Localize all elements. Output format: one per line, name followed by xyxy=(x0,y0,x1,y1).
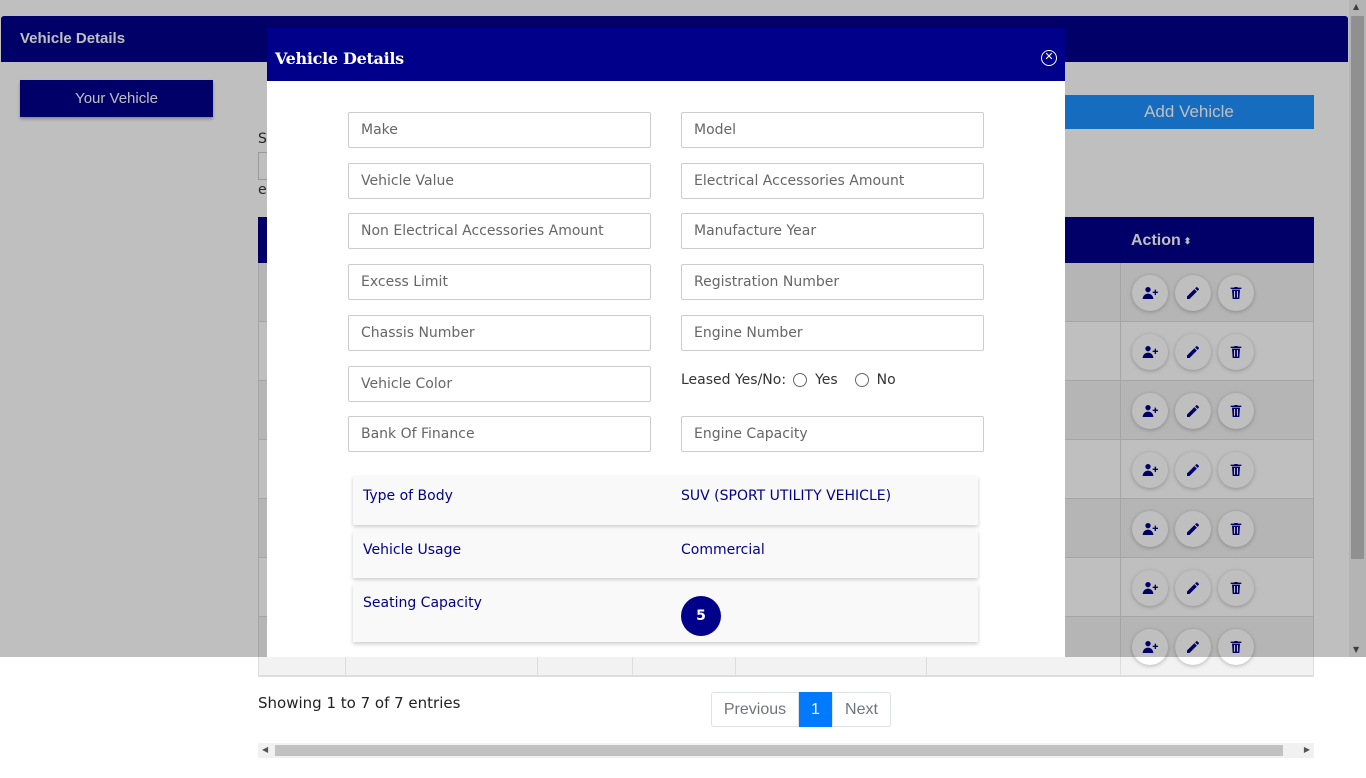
vehicle-usage-label: Vehicle Usage xyxy=(363,542,462,558)
seating-capacity-label: Seating Capacity xyxy=(363,595,482,611)
type-of-body-label: Type of Body xyxy=(363,488,453,504)
vehicle-color-field[interactable] xyxy=(348,366,651,402)
table-footer-row xyxy=(258,657,1314,677)
electrical-accessories-field[interactable] xyxy=(681,163,984,199)
engine-capacity-field[interactable] xyxy=(681,416,984,452)
leased-radio-group: Leased Yes/No: Yes No xyxy=(681,372,896,388)
leased-label: Leased Yes/No: xyxy=(681,372,787,388)
vehicle-value-field[interactable] xyxy=(348,163,651,199)
leased-no-radio[interactable] xyxy=(854,373,869,387)
type-of-body-value: SUV (SPORT UTILITY VEHICLE) xyxy=(681,488,892,504)
scroll-right-icon[interactable]: ▶ xyxy=(1304,745,1310,754)
bank-of-finance-field[interactable] xyxy=(348,416,651,452)
modal-header: Vehicle Details ✕ xyxy=(267,28,1065,81)
previous-page-button[interactable]: Previous xyxy=(711,692,799,727)
engine-number-field[interactable] xyxy=(681,315,984,351)
close-icon[interactable]: ✕ xyxy=(1041,50,1057,66)
leased-yes-radio[interactable] xyxy=(793,373,808,387)
leased-yes-label[interactable]: Yes xyxy=(815,372,838,388)
leased-no-label[interactable]: No xyxy=(877,372,896,388)
excess-limit-field[interactable] xyxy=(348,264,651,300)
manufacture-year-field[interactable] xyxy=(681,213,984,249)
type-of-body-card[interactable]: Type of Body SUV (SPORT UTILITY VEHICLE) xyxy=(353,476,978,525)
table-info-text: Showing 1 to 7 of 7 entries xyxy=(258,694,461,712)
seating-capacity-card[interactable]: Seating Capacity 5 xyxy=(353,584,978,642)
seating-capacity-value[interactable]: 5 xyxy=(681,596,721,636)
registration-number-field[interactable] xyxy=(681,264,984,300)
page-1-button[interactable]: 1 xyxy=(799,692,832,727)
horizontal-scrollbar[interactable]: ◀ ▶ xyxy=(258,743,1314,758)
chassis-number-field[interactable] xyxy=(348,315,651,351)
model-field[interactable] xyxy=(681,112,984,148)
non-electrical-accessories-field[interactable] xyxy=(348,213,651,249)
modal-title: Vehicle Details xyxy=(275,49,404,68)
horizontal-scroll-thumb[interactable] xyxy=(275,745,1283,756)
next-page-button[interactable]: Next xyxy=(832,692,891,727)
vehicle-usage-value: Commercial xyxy=(681,542,765,558)
scroll-left-icon[interactable]: ◀ xyxy=(262,745,268,754)
vehicle-usage-card[interactable]: Vehicle Usage Commercial xyxy=(353,531,978,578)
make-field[interactable] xyxy=(348,112,651,148)
pagination: Previous 1 Next xyxy=(711,692,891,727)
vehicle-details-modal: Vehicle Details ✕ Leased Yes/No: Yes No … xyxy=(267,28,1065,657)
